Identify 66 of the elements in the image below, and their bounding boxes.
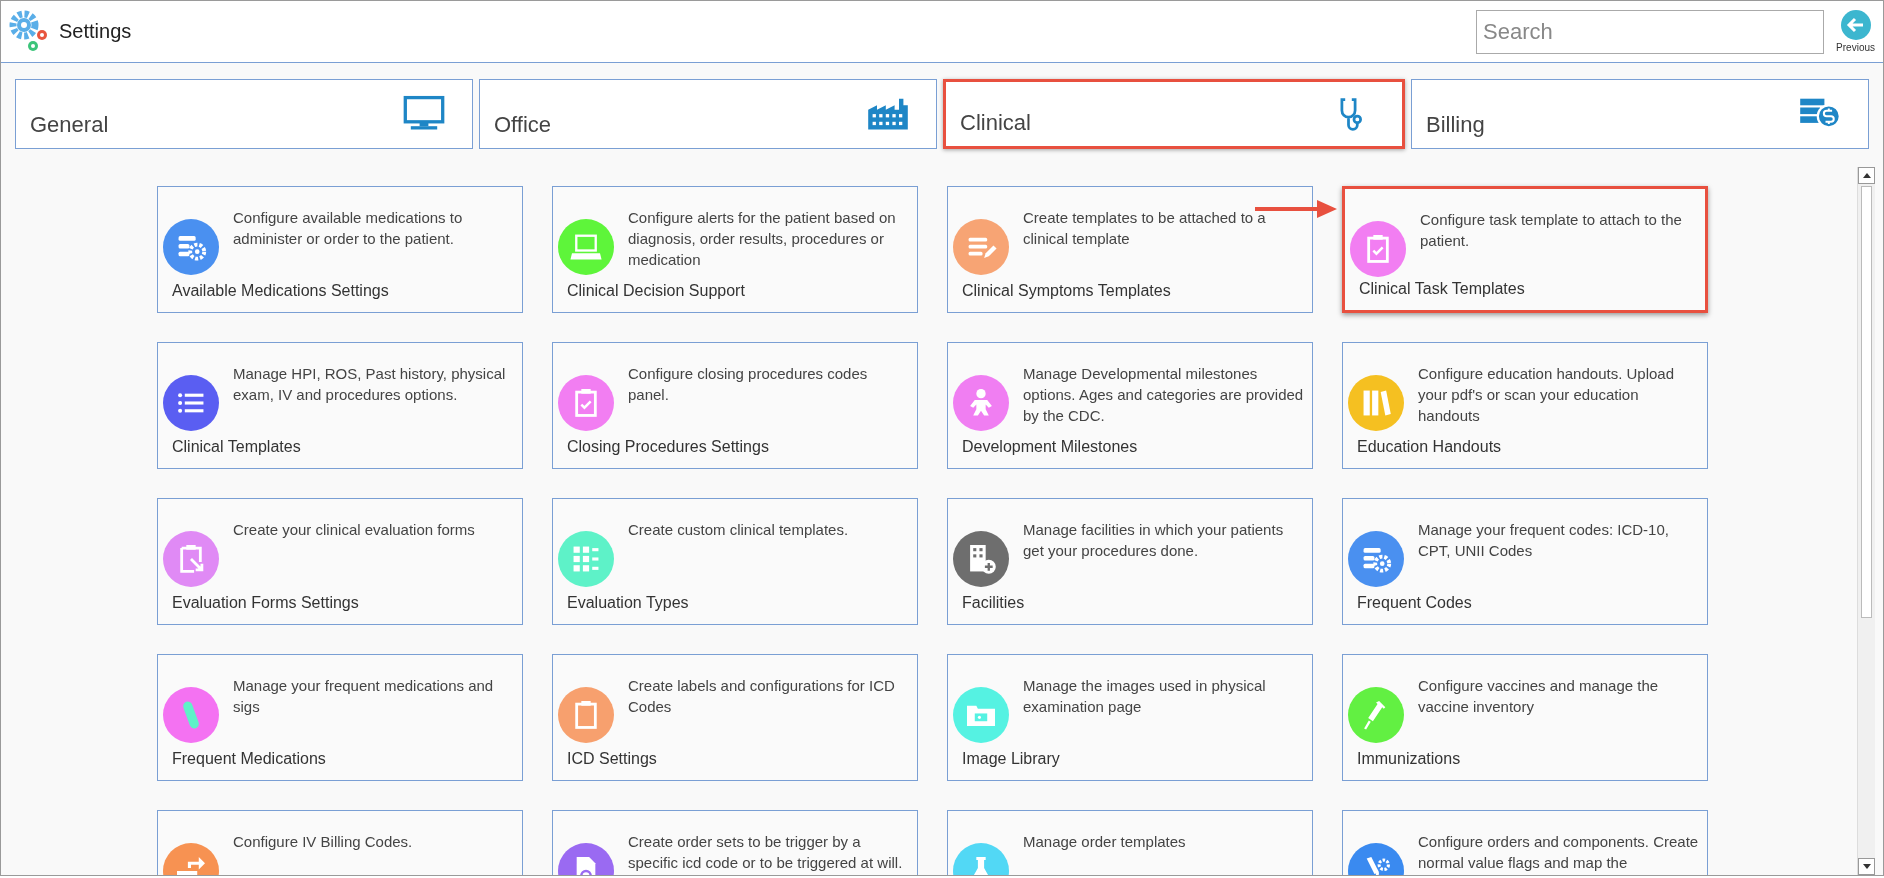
settings-card[interactable]: Configure IV Billing Codes. (157, 810, 523, 875)
card-title: Image Library (961, 750, 1061, 769)
settings-card[interactable]: Manage facilities in which your patients get your procedures done. Facilities (947, 498, 1313, 625)
card-title: Frequent Codes (1356, 594, 1473, 613)
settings-card[interactable]: Manage order templates (947, 810, 1313, 875)
settings-card[interactable]: Configure orders and components. Create normal value flags and map the (1342, 810, 1708, 875)
settings-card[interactable]: Configure available medications to administer or order to the patient. Available Medications Settings (157, 186, 523, 313)
settings-card[interactable]: Configure vaccines and manage the vaccine inventory Immunizations (1342, 654, 1708, 781)
settings-card[interactable]: Manage your frequent codes: ICD-10, CPT, UNII Codes Frequent Codes (1342, 498, 1708, 625)
down-caret-icon[interactable] (1862, 864, 1871, 869)
settings-card[interactable]: Manage Developmental milestones options. Ages and categories are provided by the CDC. Development Milestones (947, 342, 1313, 469)
card-title: Immunizations (1356, 750, 1462, 769)
settings-card[interactable]: Create custom clinical templates. Evaluation Types (552, 498, 918, 625)
card-description: Configure IV Billing Codes. (233, 832, 413, 852)
settings-card[interactable]: Create templates to be attached to a clinical template Clinical Symptoms Templates (947, 186, 1313, 313)
card-title: Evaluation Forms Settings (171, 594, 360, 613)
settings-card[interactable]: Create order sets to be trigger by a specific icd code or to be triggered at will. (552, 810, 918, 875)
card-description: Manage order templates (1023, 832, 1186, 852)
card-description: Configure education handouts. Upload your pdf's or scan your education handouts (1418, 364, 1676, 426)
previous-button[interactable]: Previous (1836, 10, 1875, 53)
card-title: Available Medications Settings (171, 282, 390, 301)
category-tab[interactable]: Clinical (943, 79, 1405, 149)
card-title: Frequent Medications (171, 750, 327, 769)
card-description: Manage the images used in physical examination page (1023, 676, 1267, 717)
card-description: Configure alerts for the patient based on diagnosis, order results, procedures or medication (628, 208, 897, 270)
monitor-icon (402, 94, 446, 132)
search-field[interactable]: Search (1476, 9, 1825, 54)
card-title: ICD Settings (566, 750, 658, 769)
card-title: Evaluation Types (566, 594, 690, 613)
card-title: Development Milestones (961, 438, 1139, 457)
category-tab[interactable]: Billing (1411, 79, 1869, 149)
category-tab[interactable]: General (15, 79, 473, 149)
card-description: Create your clinical evaluation forms (233, 520, 475, 540)
card-description: Configure vaccines and manage the vaccine inventory (1418, 676, 1660, 717)
settings-card[interactable]: Manage the images used in physical examination page Image Library (947, 654, 1313, 781)
card-description: Manage your frequent medications and sigs (233, 676, 495, 717)
card-description: Manage HPI, ROS, Past history, physical exam, IV and procedures options. (233, 364, 507, 405)
card-title: Education Handouts (1356, 438, 1503, 457)
card-title: Clinical Task Templates (1358, 280, 1526, 299)
card-title: Clinical Templates (171, 438, 302, 457)
settings-card[interactable]: Create your clinical evaluation forms Evaluation Forms Settings (157, 498, 523, 625)
card-description: Manage Developmental milestones options. Ages and categories are provided by the CDC. (1023, 364, 1304, 426)
card-description: Manage facilities in which your patients get your procedures done. (1023, 520, 1285, 561)
settings-card[interactable]: Create labels and configurations for ICD Codes ICD Settings (552, 654, 918, 781)
card-description: Create custom clinical templates. (628, 520, 849, 540)
card-title: Clinical Decision Support (566, 282, 746, 301)
settings-card[interactable]: Manage your frequent medications and sigs Frequent Medications (157, 654, 523, 781)
window-title: Settings (59, 20, 132, 43)
card-title: Clinical Symptoms Templates (961, 282, 1172, 301)
settings-card[interactable]: Configure alerts for the patient based on diagnosis, order results, procedures or medication Clinical Decision Support (552, 186, 918, 313)
card-description: Configure available medications to administer or order to the patient. (233, 208, 464, 249)
settings-card[interactable]: Configure education handouts. Upload your pdf's or scan your education handouts Education Handouts (1342, 342, 1708, 469)
card-description: Create labels and configurations for ICD Codes (628, 676, 896, 717)
card-description: Create templates to be attached to a clinical template (1023, 208, 1267, 249)
up-caret-icon[interactable] (1862, 173, 1871, 178)
card-description: Manage your frequent codes: ICD-10, CPT, UNII Codes (1418, 520, 1670, 561)
card-description: Configure orders and components. Create normal value flags and map the (1418, 832, 1699, 873)
scrollbar[interactable] (1857, 167, 1875, 875)
card-description: Create order sets to be trigger by a specific icd code or to be triggered at will. (628, 832, 904, 873)
card-description: Configure task template to attach to the patient. (1420, 210, 1683, 251)
settings-card[interactable]: Configure closing procedures codes panel. Closing Procedures Settings (552, 342, 918, 469)
card-title: Closing Procedures Settings (566, 438, 770, 457)
card-title: Facilities (961, 594, 1026, 613)
settings-card[interactable]: Manage HPI, ROS, Past history, physical exam, IV and procedures options. Clinical Templates (157, 342, 523, 469)
card-description: Configure closing procedures codes panel. (628, 364, 869, 405)
category-tab[interactable]: Office (479, 79, 937, 149)
